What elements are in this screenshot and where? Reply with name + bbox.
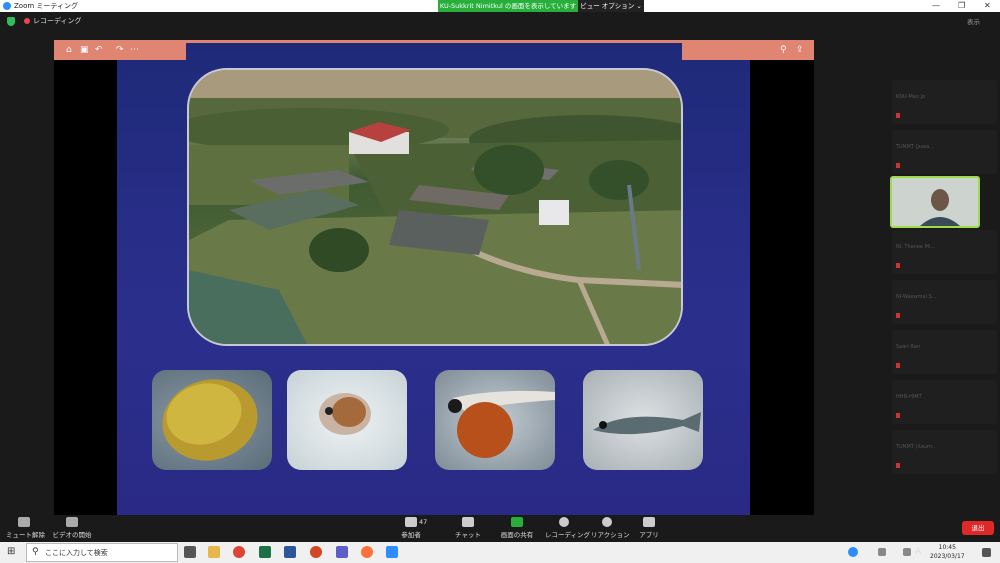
powerpoint-icon[interactable] [310, 546, 322, 558]
task-view-icon[interactable] [184, 546, 196, 558]
participant-tile[interactable]: HHN-HIMT [892, 380, 997, 424]
unmute-button[interactable]: ミュート解除 [6, 517, 45, 539]
taskbar-search-box[interactable]: ⚲ ここに入力して検索 [26, 543, 178, 562]
participant-tile[interactable]: Saari Ran [892, 330, 997, 374]
speaker-icon[interactable] [903, 548, 911, 556]
participants-panel: KNU-Mao Jo TUNMT (Juwa... NI. Thanee Mi.… [880, 80, 1000, 500]
participants-count: 47 [419, 518, 428, 526]
fish-fry-image [583, 370, 703, 470]
participants-icon [405, 517, 417, 527]
reactions-button[interactable]: リアクション [591, 517, 630, 539]
fish-embryo-image [287, 370, 407, 470]
search-icon: ⚲ [32, 547, 39, 557]
meeting-top-strip [0, 12, 1000, 32]
recording-dot-icon [24, 18, 30, 24]
view-toggle[interactable]: 表示 [967, 16, 980, 26]
restore-button[interactable]: ❐ [958, 0, 965, 12]
muted-mic-icon [896, 413, 900, 418]
record-icon [559, 517, 569, 527]
participant-tile[interactable]: TUNMT (Juwa... [892, 130, 997, 174]
muted-mic-icon [896, 163, 900, 168]
muted-mic-icon [896, 363, 900, 368]
muted-mic-icon [896, 113, 900, 118]
window-title: Zoom ミーティング [14, 2, 78, 10]
zoom-logo-icon [3, 2, 11, 10]
share-screen-icon [511, 517, 523, 527]
leave-meeting-button[interactable]: 退出 [962, 521, 994, 535]
recording-indicator[interactable]: レコーディング [33, 16, 82, 26]
share-screen-button[interactable]: 画面の共有 [500, 517, 534, 539]
word-icon[interactable] [284, 546, 296, 558]
chat-button[interactable]: チャット [455, 517, 481, 539]
video-off-icon [66, 517, 78, 527]
record-button[interactable]: レコーディング [545, 517, 590, 539]
security-shield-icon[interactable] [7, 17, 15, 26]
participant-tile[interactable]: NI. Thanee Mi... [892, 230, 997, 274]
ime-indicator[interactable]: A [915, 546, 927, 558]
minimize-button[interactable]: — [932, 0, 940, 12]
file-explorer-icon[interactable] [208, 546, 220, 558]
apps-icon [643, 517, 655, 527]
screen-share-banner: KU-Sukkrit Nimitkul の画面を表示しています [438, 0, 578, 12]
active-speaker-video[interactable] [890, 176, 980, 228]
zoom-taskbar-icon[interactable] [386, 546, 398, 558]
start-video-button[interactable]: ビデオの開始 [52, 517, 92, 539]
participant-tile[interactable]: NI-Waewmai S... [892, 280, 997, 324]
taskbar-clock[interactable]: 10:45 2023/03/17 [930, 543, 965, 561]
participant-tile[interactable]: TUNMT (Xaum... [892, 430, 997, 474]
aerial-farm-photo [187, 68, 683, 346]
muted-microphone-icon [18, 517, 30, 527]
windows-start-icon[interactable]: ⊞ [7, 546, 15, 558]
bluetooth-icon[interactable] [878, 548, 886, 556]
help-icon[interactable] [848, 547, 858, 557]
close-button[interactable]: ✕ [984, 0, 991, 12]
view-options-button[interactable]: ビュー オプション ⌄ [578, 0, 644, 12]
apps-button[interactable]: アプリ [638, 517, 660, 539]
fish-egg-image [152, 370, 272, 470]
reactions-icon [602, 517, 612, 527]
muted-mic-icon [896, 263, 900, 268]
notifications-icon[interactable] [982, 548, 991, 557]
firefox-icon[interactable] [361, 546, 373, 558]
chrome-icon[interactable] [233, 546, 245, 558]
teams-icon[interactable] [336, 546, 348, 558]
chat-icon [462, 517, 474, 527]
muted-mic-icon [896, 313, 900, 318]
fish-larva-yolk-image [435, 370, 555, 470]
excel-icon[interactable] [259, 546, 271, 558]
participant-tile[interactable]: KNU-Mao Jo [892, 80, 997, 124]
muted-mic-icon [896, 463, 900, 468]
